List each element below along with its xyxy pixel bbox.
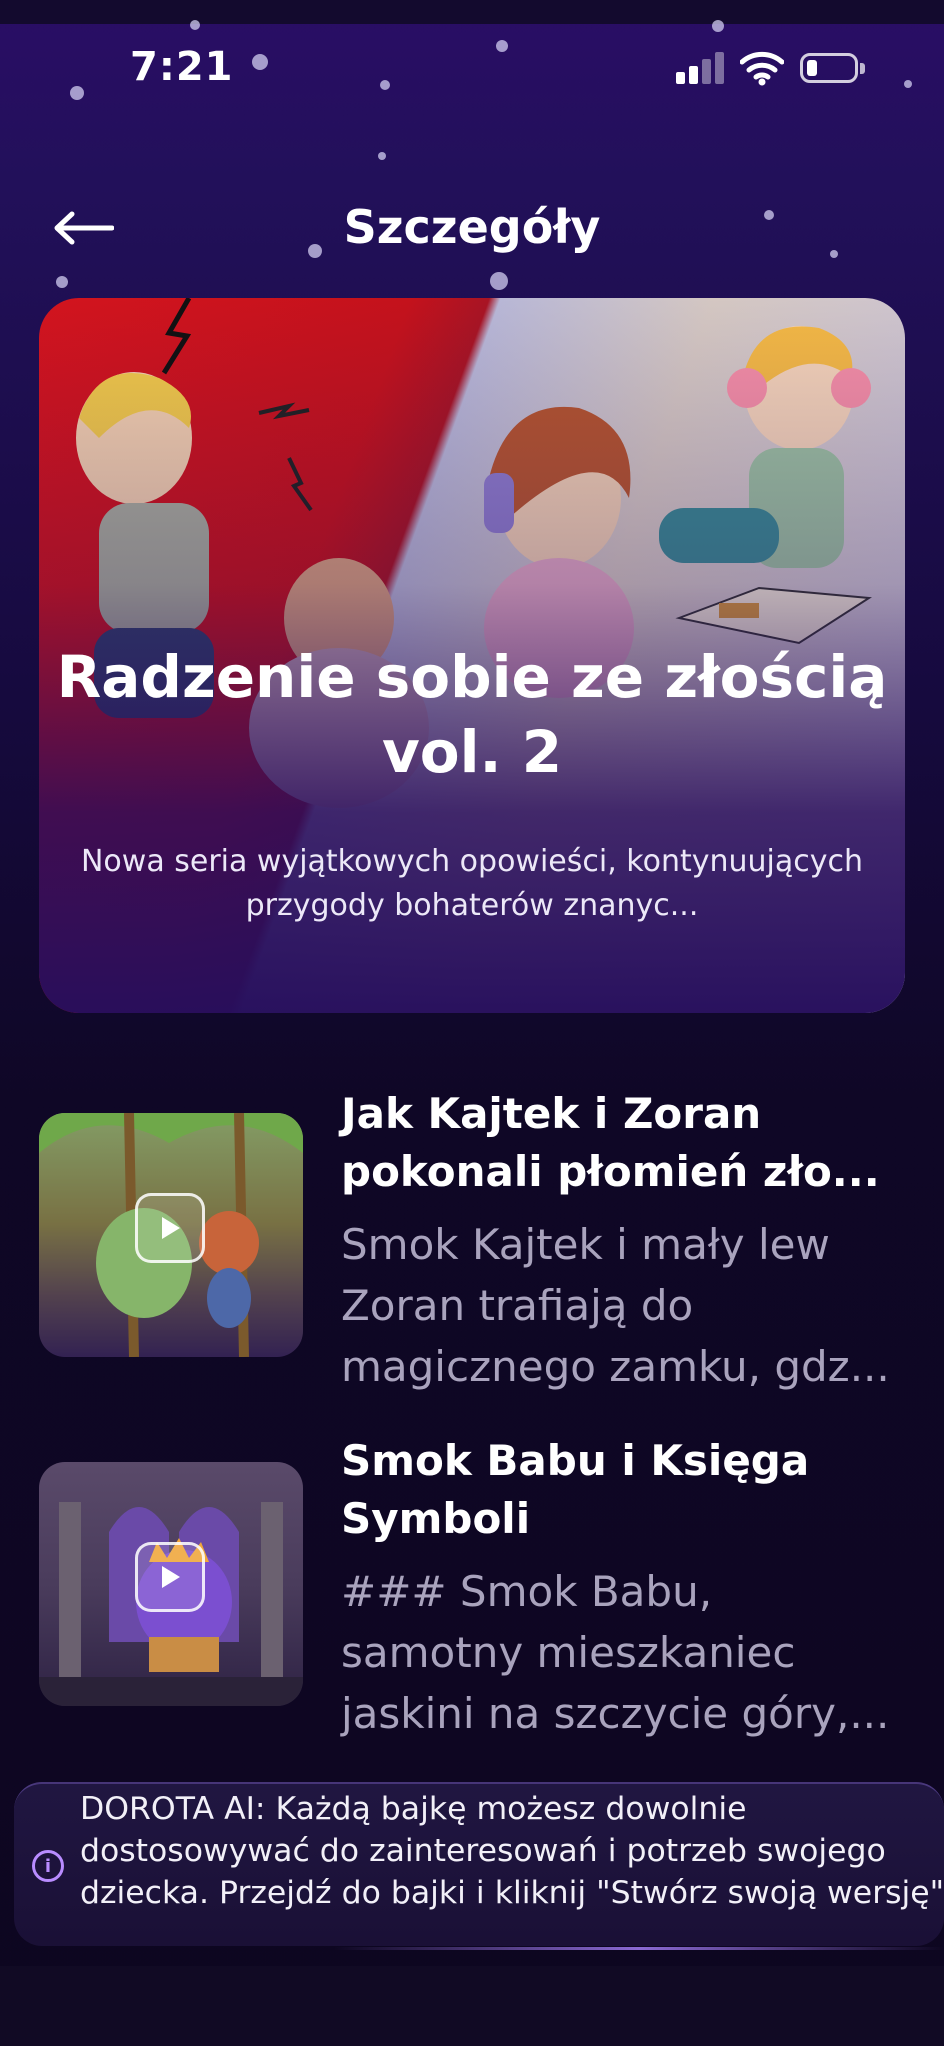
story-title: Jak Kajtek i Zoran pokonali płomień zło.…	[341, 1089, 880, 1196]
star-decoration	[378, 152, 386, 160]
play-icon	[162, 1217, 180, 1239]
play-button[interactable]	[135, 1542, 205, 1612]
cellular-signal-icon	[676, 52, 724, 84]
hero-title: Radzenie sobie ze złością vol. 2	[56, 643, 888, 787]
star-decoration	[70, 86, 84, 100]
star-decoration	[56, 276, 68, 288]
play-button[interactable]	[135, 1193, 205, 1263]
story-thumbnail	[39, 1462, 303, 1706]
star-decoration	[190, 20, 200, 30]
star-decoration	[496, 40, 508, 52]
story-title: Smok Babu i Księga Symboli	[341, 1436, 810, 1543]
top-band	[0, 0, 944, 24]
status-time: 7:21	[130, 44, 234, 90]
info-icon: i	[32, 1850, 64, 1882]
star-decoration	[712, 20, 724, 32]
bottom-band	[0, 1966, 944, 2046]
story-description: ### Smok Babu, samotny mieszkaniec jaski…	[341, 1567, 890, 1738]
battery-cap	[860, 63, 865, 74]
star-decoration	[252, 54, 268, 70]
story-description: Smok Kajtek i mały lew Zoran trafiają do…	[341, 1220, 890, 1391]
story-thumbnail	[39, 1113, 303, 1357]
story-list-item[interactable]: Jak Kajtek i Zoran pokonali płomień zło.…	[39, 1085, 905, 1415]
wifi-icon	[740, 51, 784, 86]
play-icon	[162, 1566, 180, 1588]
ai-tip-banner[interactable]: i DOROTA AI: Każdą bajkę możesz dowolnie…	[14, 1782, 944, 1950]
star-decoration	[490, 272, 508, 290]
star-decoration	[380, 80, 390, 90]
star-decoration	[904, 80, 912, 88]
hero-description: Nowa seria wyjątkowych opowieści, kontyn…	[80, 844, 863, 923]
battery-icon	[800, 53, 858, 83]
story-list-item[interactable]: Smok Babu i Księga Symboli ### Smok Babu…	[39, 1432, 905, 1762]
ai-tip-text: DOROTA AI: Każdą bajkę możesz dowolnie d…	[80, 1791, 944, 1912]
page-title: Szczegóły	[343, 200, 601, 254]
